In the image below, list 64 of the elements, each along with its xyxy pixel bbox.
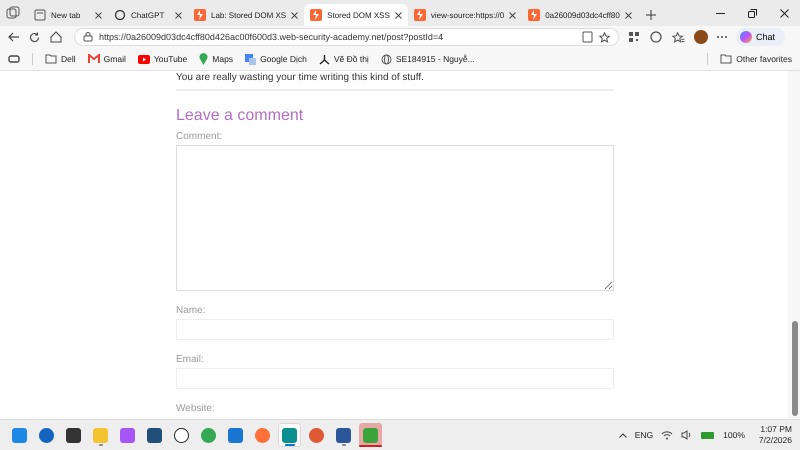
bookmark[interactable]: SE184915 - Nguyễ...	[380, 54, 475, 64]
globe-icon	[380, 54, 392, 64]
folder-icon	[45, 54, 57, 64]
browser-tab[interactable]: 0a26009d03dc4cff80	[522, 4, 638, 26]
reader-icon[interactable]	[582, 31, 593, 43]
collections-icon[interactable]	[8, 54, 20, 64]
clock[interactable]: 1:07 PM 7/2/2026	[758, 424, 792, 446]
new-tab-icon[interactable]	[646, 10, 656, 20]
lightning-icon	[310, 9, 322, 21]
chevron-up-icon[interactable]	[618, 432, 627, 438]
bookmark[interactable]: Gmail	[88, 54, 126, 64]
map-pin-icon	[199, 53, 208, 65]
translate-icon	[245, 54, 256, 64]
address-bar[interactable]: https://0a26009d03dc4cff80d426ac00f600d3.web-security-academy.net/post?postId=4	[74, 28, 619, 46]
scrollbar[interactable]	[788, 71, 800, 419]
chat-button[interactable]: Chat	[736, 28, 786, 46]
page-icon	[34, 9, 46, 21]
close-icon[interactable]	[624, 12, 632, 18]
folder-icon	[720, 54, 732, 64]
field-label: Comment:	[176, 131, 224, 142]
bookmark[interactable]: Google Dịch	[245, 54, 307, 64]
close-icon[interactable]	[509, 12, 516, 18]
browser-tab[interactable]: New tab	[28, 4, 108, 26]
close-icon[interactable]	[291, 12, 298, 18]
language-indicator[interactable]: ENG	[634, 430, 654, 440]
bookmark[interactable]: Vẽ Đồ thị	[318, 54, 369, 64]
minimize-icon[interactable]	[716, 12, 724, 14]
graph-icon	[318, 54, 330, 64]
field-label: Name:	[176, 305, 206, 316]
bookmark[interactable]: Maps	[199, 53, 234, 65]
browser-tab[interactable]: Stored DOM XSS	[304, 4, 408, 26]
close-icon[interactable]	[394, 12, 402, 18]
comment-field[interactable]	[176, 145, 614, 291]
comment-text: You are really wasting your time writing this kind of stuff.	[176, 72, 425, 83]
refresh-icon[interactable]	[29, 32, 40, 42]
bookmark[interactable]: Dell	[45, 54, 76, 64]
restore-icon[interactable]	[748, 8, 756, 18]
lightning-icon	[414, 9, 426, 21]
back-icon[interactable]	[8, 32, 20, 42]
lightning-icon	[194, 9, 206, 21]
favorites-icon[interactable]	[672, 32, 685, 42]
lock-icon	[83, 32, 93, 42]
close-icon[interactable]	[95, 12, 102, 18]
qr-icon[interactable]	[628, 31, 640, 43]
home-icon[interactable]	[49, 30, 63, 44]
lightning-icon	[528, 9, 540, 21]
battery-percent: 100%	[723, 430, 745, 440]
section-heading: Leave a comment	[176, 107, 304, 125]
avatar[interactable]	[694, 30, 708, 44]
field-label: Email:	[176, 354, 205, 365]
play-icon	[138, 54, 150, 64]
browser-tab[interactable]: view-source:https://0	[408, 4, 522, 26]
bookmark[interactable]: Other favorites	[720, 54, 792, 64]
bookmark[interactable]: YouTube	[138, 54, 188, 64]
close-icon[interactable]	[780, 8, 788, 18]
wifi-icon[interactable]	[661, 430, 674, 440]
field-label: Website:	[176, 403, 216, 414]
mail-icon	[88, 54, 100, 64]
workspaces-icon[interactable]	[6, 6, 20, 20]
battery-icon[interactable]	[701, 430, 716, 440]
browser-tab[interactable]: ChatGPT	[108, 4, 188, 26]
close-icon[interactable]	[175, 12, 182, 18]
browser-tab[interactable]: Lab: Stored DOM XS	[188, 4, 304, 26]
star-icon[interactable]	[599, 32, 610, 42]
